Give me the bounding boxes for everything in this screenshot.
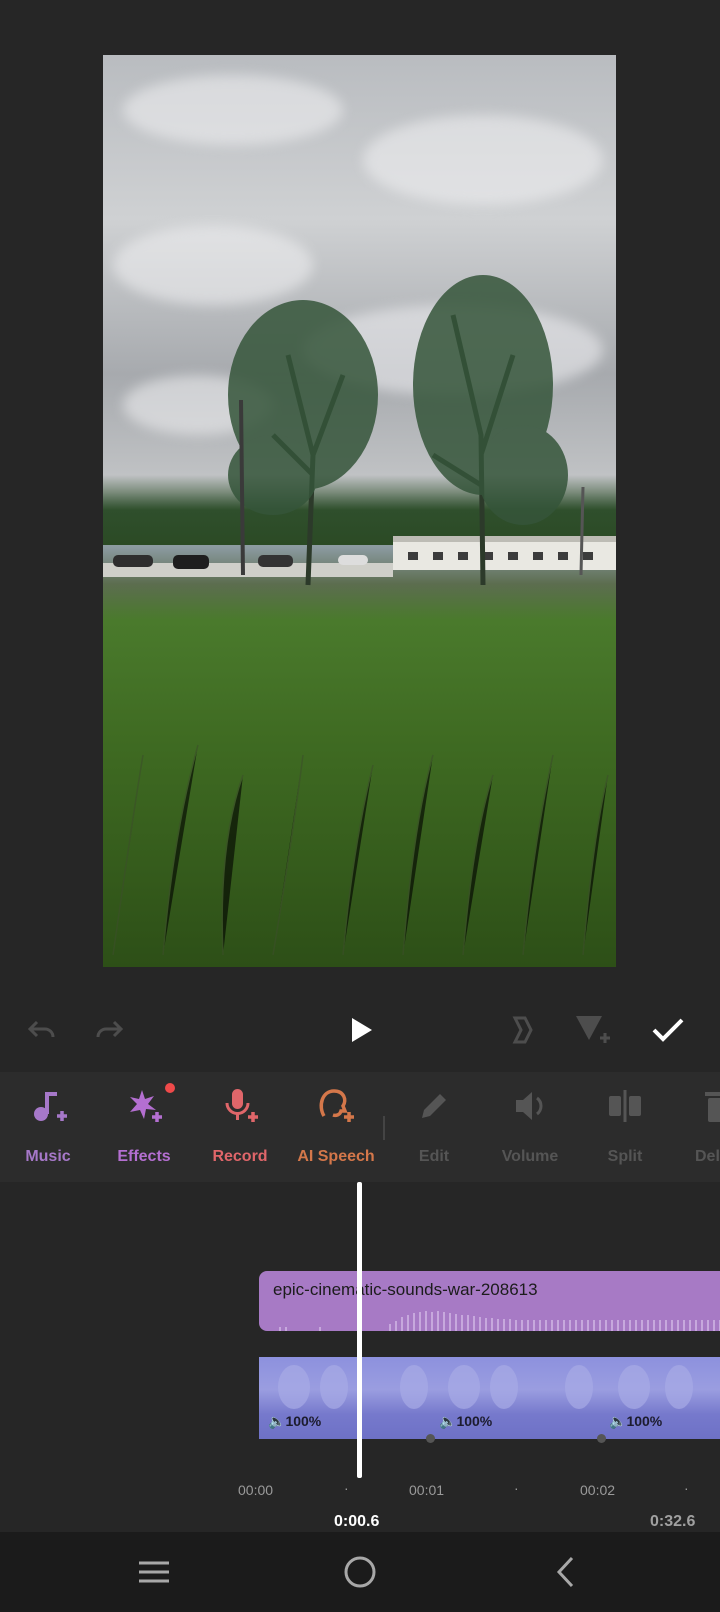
keyframe-button[interactable] xyxy=(500,1008,544,1052)
transition-marker[interactable] xyxy=(597,1434,606,1443)
playhead[interactable] xyxy=(357,1182,362,1478)
video-preview[interactable] xyxy=(103,55,616,967)
volume-icon xyxy=(516,1092,543,1120)
clip-volume-value: 100% xyxy=(456,1413,493,1429)
recents-icon xyxy=(139,1561,169,1583)
add-marker-icon xyxy=(576,1016,610,1043)
toolbar-divider xyxy=(383,1116,385,1140)
clip-volume-label: 🔈100% xyxy=(609,1413,663,1429)
undo-button[interactable] xyxy=(22,1010,62,1050)
keyframe-icon xyxy=(512,1016,533,1044)
ai-speech-add-icon xyxy=(319,1089,354,1122)
mic-add-icon xyxy=(225,1089,258,1122)
split-tool-button[interactable]: Split xyxy=(580,1072,670,1182)
recents-button[interactable] xyxy=(130,1550,178,1594)
music-add-icon xyxy=(34,1092,67,1121)
effects-add-icon xyxy=(130,1090,162,1122)
audio-toolbar: Music Effects Record AI Speech Edit Volu… xyxy=(0,1072,720,1182)
trees-illustration xyxy=(112,275,609,956)
edit-tool-label: Edit xyxy=(418,1148,450,1165)
volume-tool-label: Volume xyxy=(501,1148,559,1165)
record-tool-label: Record xyxy=(212,1148,268,1165)
clip-volume-label: 🔈100% xyxy=(268,1413,322,1429)
record-tool-button[interactable]: Record xyxy=(195,1072,285,1182)
back-button[interactable] xyxy=(542,1550,590,1594)
edit-tool-button[interactable]: Edit xyxy=(389,1072,479,1182)
home-button[interactable] xyxy=(336,1550,384,1594)
play-icon xyxy=(352,1018,372,1042)
ruler-tick-label: 00:00 xyxy=(238,1482,274,1498)
clip-volume-value: 100% xyxy=(285,1413,322,1429)
clip-volume-value: 100% xyxy=(626,1413,663,1429)
pencil-icon xyxy=(422,1094,446,1118)
back-icon xyxy=(556,1556,574,1588)
effects-tool-button[interactable]: Effects xyxy=(99,1072,189,1182)
ruler-dot: · xyxy=(514,1480,519,1496)
video-clip-strip[interactable]: 🔈100% 🔈100% 🔈100% xyxy=(259,1357,720,1439)
add-marker-button[interactable] xyxy=(568,1008,616,1052)
volume-tool-button[interactable]: Volume xyxy=(485,1072,575,1182)
effects-tool-label: Effects xyxy=(117,1148,171,1165)
transition-marker[interactable] xyxy=(426,1434,435,1443)
ruler-tick-label: 00:02 xyxy=(580,1482,616,1498)
delete-tool-label: Del xyxy=(695,1148,720,1165)
ruler-tick-label: 00:01 xyxy=(409,1482,445,1498)
home-icon xyxy=(344,1556,376,1588)
delete-icon xyxy=(705,1092,720,1122)
audio-clip[interactable]: epic-cinematic-sounds-war-208613 xyxy=(259,1271,720,1331)
total-duration: 0:32.6 xyxy=(650,1513,696,1530)
audio-waveform xyxy=(279,1311,720,1331)
delete-tool-button[interactable]: Del xyxy=(675,1072,720,1182)
check-icon xyxy=(652,1018,684,1042)
split-tool-label: Split xyxy=(607,1148,643,1165)
ruler-dot: · xyxy=(684,1480,689,1496)
new-badge xyxy=(165,1083,175,1093)
ai-speech-tool-label: AI Speech xyxy=(297,1148,375,1165)
clip-volume-label: 🔈100% xyxy=(439,1413,493,1429)
system-nav-bar xyxy=(0,1532,720,1612)
redo-icon xyxy=(96,1020,124,1038)
undo-icon xyxy=(27,1020,55,1038)
music-tool-button[interactable]: Music xyxy=(3,1072,93,1182)
music-tool-label: Music xyxy=(25,1148,71,1165)
audio-clip-title: epic-cinematic-sounds-war-208613 xyxy=(273,1280,538,1299)
confirm-button[interactable] xyxy=(646,1008,690,1052)
play-button[interactable] xyxy=(340,1008,384,1052)
ruler-dot: · xyxy=(344,1480,349,1496)
current-time: 0:00.6 xyxy=(334,1513,380,1530)
redo-button[interactable] xyxy=(89,1010,129,1050)
ai-speech-tool-button[interactable]: AI Speech xyxy=(291,1072,381,1182)
split-icon xyxy=(609,1090,641,1122)
